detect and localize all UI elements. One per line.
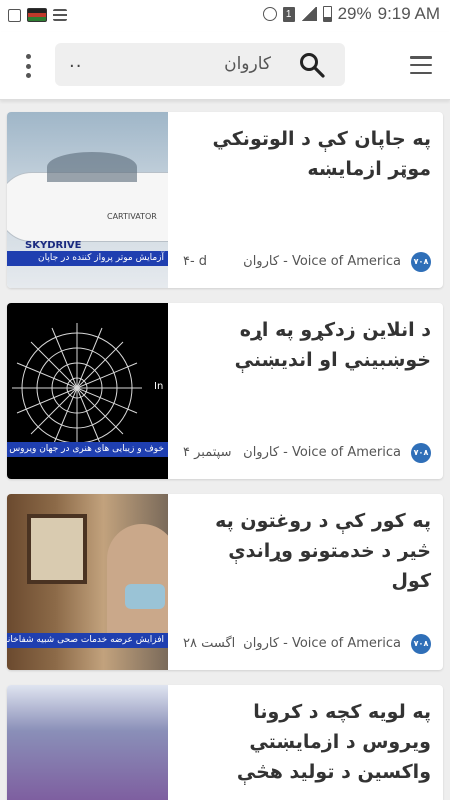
thumb-caption: خوف و زیبایی های هنری در جهان ویروس xyxy=(7,442,168,457)
flag-icon xyxy=(27,8,47,22)
search-icon[interactable] xyxy=(299,52,325,78)
news-source: کاروان - Voice of America xyxy=(243,636,401,651)
news-source: کاروان - Voice of America xyxy=(243,445,401,460)
source-logo-icon: ۷۰۸ xyxy=(411,634,431,654)
thumb-brand-text: CARTIVATOR xyxy=(107,212,157,221)
news-title[interactable]: په لويه کچه د کرونا ويروس د ازمايښتي واک… xyxy=(183,697,431,787)
app-bar: .. کاروان xyxy=(0,32,450,100)
status-bar: 1 29% 9:19 AM xyxy=(0,0,450,32)
news-source: کاروان - Voice of America xyxy=(243,254,401,269)
news-thumbnail[interactable]: CARTIVATOR SKYDRIVE آزمایش موتر پرواز کن… xyxy=(7,112,168,288)
news-meta: اگست ۲۸ کاروان - Voice of America ۷۰۸ xyxy=(183,634,431,654)
news-title[interactable]: د انلاين زدکړو په اړه خوښبيني او انديښنې xyxy=(183,315,431,375)
source-logo-icon: ۷۰۸ xyxy=(411,252,431,272)
news-time: ۴- d xyxy=(183,254,208,269)
search-query[interactable]: کاروان xyxy=(224,54,271,74)
news-card[interactable]: In خوف و زیبایی های هنری در جهان ویروس د… xyxy=(7,303,443,479)
news-card[interactable]: افزایش عرضه خدمات صحی شبیه شفاخانه در په… xyxy=(7,494,443,670)
thumb-label-text: In xyxy=(154,381,164,392)
alarm-clock-icon xyxy=(262,7,277,21)
signal-icon xyxy=(300,7,317,21)
news-title[interactable]: په جاپان کې د الوتونکي موټر ازمايښه xyxy=(183,124,431,184)
clock-time: 9:19 AM xyxy=(377,4,440,23)
news-thumbnail[interactable]: In خوف و زیبایی های هنری در جهان ویروس xyxy=(7,303,168,479)
news-card[interactable]: په لويه کچه د کرونا ويروس د ازمايښتي واک… xyxy=(7,685,443,800)
sim-icon: 1 xyxy=(282,6,295,22)
system-status: 1 29% 9:19 AM xyxy=(262,4,440,24)
source-logo-icon: ۷۰۸ xyxy=(411,443,431,463)
news-thumbnail[interactable] xyxy=(7,685,168,800)
notification-icons xyxy=(8,8,67,22)
news-time: اگست ۲۸ xyxy=(183,636,236,651)
news-thumbnail[interactable]: افزایش عرضه خدمات صحی شبیه شفاخانه در xyxy=(7,494,168,670)
news-meta: ۴- d کاروان - Voice of America ۷۰۸ xyxy=(183,252,431,272)
overflow-menu-icon[interactable] xyxy=(18,54,38,78)
image-notification-icon xyxy=(8,8,21,22)
news-meta: سپتمبر ۴ کاروان - Voice of America ۷۰۸ xyxy=(183,443,431,463)
battery-icon xyxy=(322,6,332,22)
battery-percent: 29% xyxy=(337,4,372,23)
news-card[interactable]: CARTIVATOR SKYDRIVE آزمایش موتر پرواز کن… xyxy=(7,112,443,288)
news-title[interactable]: په کور کې د روغتون په څير د خدمتونو وړان… xyxy=(183,506,431,596)
list-notification-icon xyxy=(53,9,67,21)
thumb-logo-text: SKYDRIVE xyxy=(25,240,82,251)
search-more-dots[interactable]: .. xyxy=(69,51,82,72)
news-time: سپتمبر ۴ xyxy=(183,445,232,460)
hamburger-menu-icon[interactable] xyxy=(410,56,432,74)
thumb-caption: آزمایش موتر پرواز کننده در جاپان xyxy=(7,251,168,266)
thumb-caption: افزایش عرضه خدمات صحی شبیه شفاخانه در xyxy=(7,633,168,648)
search-field[interactable]: .. کاروان xyxy=(55,43,345,86)
